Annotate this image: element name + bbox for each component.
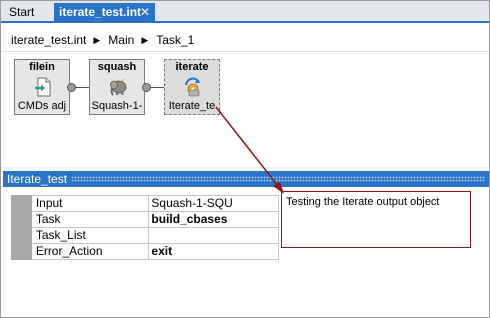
- application-window: Start iterate_test.int ✕ iterate_test.in…: [0, 0, 490, 318]
- node-title: squash: [97, 61, 137, 73]
- row-gutter: [11, 227, 32, 244]
- property-value[interactable]: exit: [148, 243, 279, 260]
- breadcrumb-divider: [1, 51, 489, 52]
- property-key: Task_List: [30, 227, 150, 244]
- table-row[interactable]: Error_Action exit: [11, 243, 279, 260]
- panel-splitter[interactable]: [1, 167, 489, 168]
- tab-start-label: Start: [9, 5, 35, 19]
- breadcrumb-item-file[interactable]: iterate_test.int: [11, 32, 86, 48]
- node-squash[interactable]: squash Squash-1-: [89, 59, 145, 115]
- property-key: Task: [30, 211, 150, 228]
- node-subtitle: CMDs adj: [17, 100, 67, 112]
- tab-active-label: iterate_test.int: [59, 5, 142, 19]
- node-subtitle: Iterate_te: [168, 100, 216, 112]
- iterate-cog-icon: [185, 77, 200, 97]
- description-text: Testing the Iterate output object: [286, 196, 440, 208]
- row-gutter: [11, 211, 32, 228]
- description-box[interactable]: Testing the Iterate output object: [281, 191, 471, 248]
- node-title: filein: [29, 61, 55, 73]
- breadcrumb: iterate_test.int ▶ Main ▶ Task_1: [11, 31, 194, 47]
- table-row[interactable]: Input Squash-1-SQU: [11, 195, 279, 212]
- properties-header: Iterate_test: [3, 171, 489, 187]
- table-row[interactable]: Task build_cbases: [11, 211, 279, 228]
- property-value[interactable]: [148, 227, 279, 244]
- property-value[interactable]: build_cbases: [148, 211, 279, 228]
- file-import-icon: [35, 77, 51, 97]
- tab-iterate-test[interactable]: iterate_test.int ✕: [54, 3, 155, 21]
- properties-title: Iterate_test: [7, 172, 68, 186]
- node-subtitle: Squash-1-: [91, 100, 143, 112]
- property-key: Input: [30, 195, 150, 212]
- property-value[interactable]: Squash-1-SQU: [148, 195, 279, 212]
- elephant-icon: [110, 78, 127, 96]
- tab-strip: Start iterate_test.int ✕: [1, 1, 489, 23]
- chevron-right-icon: ▶: [93, 34, 101, 45]
- annotation-arrow: [215, 106, 284, 194]
- properties-grid: Input Squash-1-SQU Task build_cbases Tas…: [11, 195, 279, 260]
- chevron-right-icon: ▶: [141, 34, 149, 45]
- row-gutter: [11, 195, 32, 212]
- node-filein[interactable]: filein CMDs adj: [14, 59, 70, 115]
- tab-start[interactable]: Start: [4, 4, 51, 21]
- drag-grip[interactable]: [71, 176, 485, 182]
- node-title: iterate: [175, 61, 209, 73]
- breadcrumb-item-task[interactable]: Task_1: [156, 32, 194, 48]
- property-key: Error_Action: [30, 243, 150, 260]
- table-row[interactable]: Task_List: [11, 227, 279, 244]
- output-port[interactable]: [67, 83, 76, 92]
- node-iterate[interactable]: iterate Iterate_te: [164, 59, 220, 115]
- close-icon[interactable]: ✕: [140, 3, 150, 21]
- output-port[interactable]: [142, 83, 151, 92]
- breadcrumb-item-main[interactable]: Main: [108, 32, 134, 48]
- row-gutter: [11, 243, 32, 260]
